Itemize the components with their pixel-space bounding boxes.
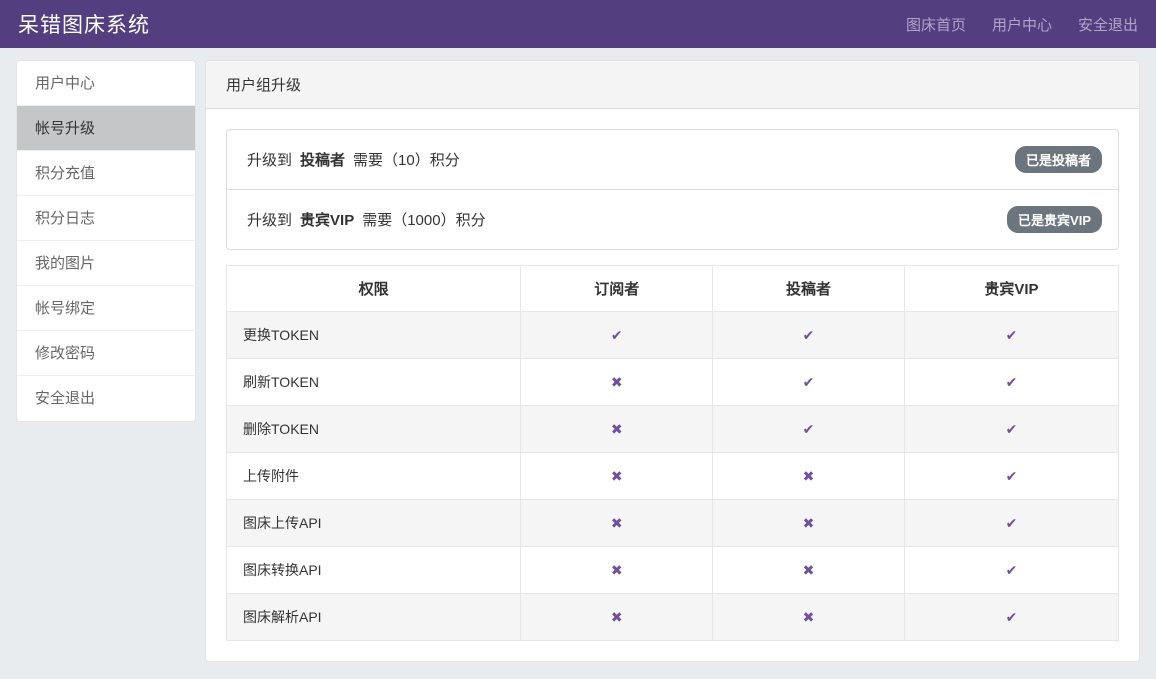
permission-cell: ✔ — [904, 312, 1118, 359]
sidebar-item-4[interactable]: 积分日志 — [17, 196, 195, 241]
permissions-table: 权限订阅者投稿者贵宾VIP 更换TOKEN✔✔✔刷新TOKEN✖✔✔删除TOKE… — [226, 265, 1119, 641]
permission-cell: ✔ — [904, 359, 1118, 406]
check-icon: ✔ — [1006, 562, 1018, 578]
table-row: 上传附件 ✖ ✖ ✔ — [227, 453, 1119, 500]
permission-cell: ✔ — [521, 312, 713, 359]
permission-cell: ✔ — [713, 406, 905, 453]
permission-label: 上传附件 — [227, 453, 521, 500]
page-layout: 用户中心帐号升级积分充值积分日志我的图片帐号绑定修改密码安全退出 用户组升级 升… — [0, 48, 1156, 674]
permission-cell: ✖ — [521, 500, 713, 547]
table-row: 图床解析API ✖ ✖ ✔ — [227, 594, 1119, 641]
permission-label: 更换TOKEN — [227, 312, 521, 359]
cross-icon: ✖ — [803, 468, 815, 484]
sidebar-item-3[interactable]: 积分充值 — [17, 151, 195, 196]
check-icon: ✔ — [1006, 515, 1018, 531]
permission-cell: ✖ — [521, 453, 713, 500]
topbar: 呆错图床系统 图床首页 用户中心 安全退出 — [0, 0, 1156, 48]
check-icon: ✔ — [803, 327, 815, 343]
sidebar-item-1[interactable]: 用户中心 — [17, 61, 195, 106]
upgrade-prefix: 升级到 — [247, 152, 292, 169]
topbar-nav: 图床首页 用户中心 安全退出 — [880, 14, 1138, 35]
main-panel: 用户组升级 升级到投稿者需要（10）积分已是投稿者升级到贵宾VIP需要（1000… — [205, 60, 1140, 662]
sidebar-item-6[interactable]: 帐号绑定 — [17, 286, 195, 331]
upgrade-row-1: 升级到投稿者需要（10）积分 已是投稿者 — [227, 130, 1118, 189]
upgrade-prefix: 升级到 — [247, 212, 292, 229]
sidebar-item-7[interactable]: 修改密码 — [17, 331, 195, 376]
permission-cell: ✔ — [713, 359, 905, 406]
permission-cell: ✖ — [521, 406, 713, 453]
table-row: 更换TOKEN ✔ ✔ ✔ — [227, 312, 1119, 359]
permission-cell: ✔ — [904, 406, 1118, 453]
permission-label: 图床上传API — [227, 500, 521, 547]
cross-icon: ✖ — [611, 374, 623, 390]
upgrade-text: 升级到贵宾VIP 需要（1000）积分 — [247, 209, 494, 230]
upgrade-box: 升级到投稿者需要（10）积分已是投稿者升级到贵宾VIP需要（1000）积分已是贵… — [226, 129, 1119, 250]
column-header-1: 权限 — [227, 266, 521, 312]
permission-cell: ✔ — [904, 500, 1118, 547]
permission-cell: ✔ — [904, 547, 1118, 594]
check-icon: ✔ — [1006, 374, 1018, 390]
permission-label: 刷新TOKEN — [227, 359, 521, 406]
status-badge: 已是贵宾VIP — [1007, 206, 1102, 233]
table-row: 刷新TOKEN ✖ ✔ ✔ — [227, 359, 1119, 406]
panel-body: 升级到投稿者需要（10）积分已是投稿者升级到贵宾VIP需要（1000）积分已是贵… — [206, 109, 1139, 661]
upgrade-row-2: 升级到贵宾VIP 需要（1000）积分 已是贵宾VIP — [227, 189, 1118, 249]
permission-cell: ✖ — [521, 359, 713, 406]
sidebar: 用户中心帐号升级积分充值积分日志我的图片帐号绑定修改密码安全退出 — [16, 60, 196, 422]
check-icon: ✔ — [1006, 421, 1018, 437]
column-header-3: 投稿者 — [713, 266, 905, 312]
cross-icon: ✖ — [611, 562, 623, 578]
table-row: 图床上传API ✖ ✖ ✔ — [227, 500, 1119, 547]
cross-icon: ✖ — [803, 562, 815, 578]
app-title: 呆错图床系统 — [18, 9, 150, 39]
sidebar-item-2[interactable]: 帐号升级 — [17, 106, 195, 151]
permission-cell: ✖ — [521, 547, 713, 594]
permissions-table-body: 更换TOKEN✔✔✔刷新TOKEN✖✔✔删除TOKEN✖✔✔上传附件✖✖✔图床上… — [227, 312, 1119, 641]
cross-icon: ✖ — [611, 468, 623, 484]
permission-label: 图床转换API — [227, 547, 521, 594]
permission-cell: ✖ — [713, 594, 905, 641]
cross-icon: ✖ — [611, 515, 623, 531]
upgrade-text: 升级到投稿者需要（10）积分 — [247, 149, 468, 170]
permission-cell: ✔ — [904, 453, 1118, 500]
topbar-link-2[interactable]: 用户中心 — [992, 14, 1052, 35]
check-icon: ✔ — [1006, 468, 1018, 484]
cross-icon: ✖ — [611, 421, 623, 437]
table-row: 图床转换API ✖ ✖ ✔ — [227, 547, 1119, 594]
check-icon: ✔ — [1006, 327, 1018, 343]
column-header-2: 订阅者 — [521, 266, 713, 312]
permission-cell: ✖ — [521, 594, 713, 641]
upgrade-cost: 需要（10）积分 — [353, 152, 460, 169]
upgrade-cost: 需要（1000）积分 — [362, 212, 485, 229]
header-row: 权限订阅者投稿者贵宾VIP — [227, 266, 1119, 312]
upgrade-target-group: 贵宾VIP — [300, 212, 354, 229]
cross-icon: ✖ — [803, 609, 815, 625]
panel-title: 用户组升级 — [206, 61, 1139, 109]
permissions-table-head: 权限订阅者投稿者贵宾VIP — [227, 266, 1119, 312]
cross-icon: ✖ — [611, 609, 623, 625]
permission-cell: ✔ — [904, 594, 1118, 641]
status-badge: 已是投稿者 — [1015, 146, 1102, 173]
check-icon: ✔ — [611, 327, 623, 343]
sidebar-item-5[interactable]: 我的图片 — [17, 241, 195, 286]
check-icon: ✔ — [803, 374, 815, 390]
check-icon: ✔ — [1006, 609, 1018, 625]
permission-label: 删除TOKEN — [227, 406, 521, 453]
permission-cell: ✖ — [713, 500, 905, 547]
check-icon: ✔ — [803, 421, 815, 437]
column-header-4: 贵宾VIP — [904, 266, 1118, 312]
topbar-link-3[interactable]: 安全退出 — [1078, 14, 1138, 35]
permission-label: 图床解析API — [227, 594, 521, 641]
topbar-link-1[interactable]: 图床首页 — [906, 14, 966, 35]
cross-icon: ✖ — [803, 515, 815, 531]
sidebar-item-8[interactable]: 安全退出 — [17, 376, 195, 421]
permission-cell: ✖ — [713, 547, 905, 594]
table-row: 删除TOKEN ✖ ✔ ✔ — [227, 406, 1119, 453]
permission-cell: ✖ — [713, 453, 905, 500]
permission-cell: ✔ — [713, 312, 905, 359]
upgrade-target-group: 投稿者 — [300, 152, 345, 169]
